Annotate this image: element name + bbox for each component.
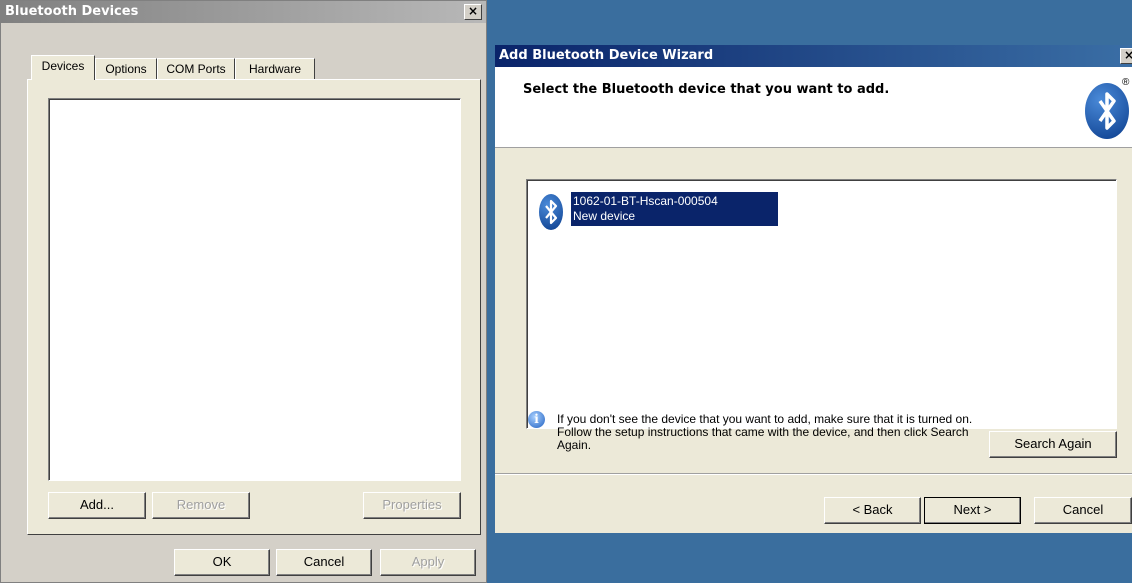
device-name: 1062-01-BT-Hscan-000504 — [573, 194, 718, 208]
wizard-header: Select the Bluetooth device that you wan… — [495, 67, 1132, 148]
add-button[interactable]: Add... — [48, 492, 146, 519]
device-selection: 1062-01-BT-Hscan-000504 New device — [571, 192, 778, 226]
add-device-wizard-window: Add Bluetooth Device Wizard × Select the… — [495, 45, 1132, 533]
device-list[interactable] — [48, 98, 461, 481]
bluetooth-logo-icon — [1085, 83, 1129, 139]
tab-com-ports[interactable]: COM Ports — [157, 58, 235, 79]
wizard-cancel-button[interactable]: Cancel — [1034, 497, 1132, 524]
tab-hardware[interactable]: Hardware — [235, 58, 315, 79]
tab-panel: Add... Remove Properties — [27, 79, 481, 535]
back-button[interactable]: < Back — [824, 497, 921, 524]
window-title: Bluetooth Devices — [5, 4, 139, 19]
device-status: New device — [573, 209, 636, 223]
discovered-device-list[interactable]: 1062-01-BT-Hscan-000504 New device — [526, 179, 1117, 429]
ok-button[interactable]: OK — [174, 549, 270, 576]
remove-button[interactable]: Remove — [152, 492, 250, 519]
search-again-button[interactable]: Search Again — [989, 431, 1117, 458]
bluetooth-devices-window: Bluetooth Devices × Devices Options COM … — [0, 0, 487, 583]
wizard-title: Add Bluetooth Device Wizard — [499, 48, 714, 63]
apply-button[interactable]: Apply — [380, 549, 476, 576]
wizard-close-button[interactable]: × — [1120, 48, 1132, 64]
cancel-button[interactable]: Cancel — [276, 549, 372, 576]
wizard-titlebar[interactable]: Add Bluetooth Device Wizard × — [495, 45, 1132, 67]
info-icon: i — [528, 411, 545, 428]
device-item[interactable]: 1062-01-BT-Hscan-000504 New device — [539, 192, 789, 232]
tab-devices[interactable]: Devices — [31, 55, 95, 80]
close-button[interactable]: × — [464, 4, 482, 20]
info-text: If you don't see the device that you wan… — [557, 412, 973, 452]
wizard-heading: Select the Bluetooth device that you wan… — [523, 82, 890, 97]
properties-button[interactable]: Properties — [363, 492, 461, 519]
bluetooth-device-icon — [539, 194, 563, 230]
next-button[interactable]: Next > — [924, 497, 1021, 524]
wizard-separator — [495, 473, 1132, 475]
registered-mark: ® — [1122, 77, 1130, 88]
tab-options[interactable]: Options — [95, 58, 157, 79]
bluetooth-devices-titlebar[interactable]: Bluetooth Devices × — [1, 1, 486, 23]
